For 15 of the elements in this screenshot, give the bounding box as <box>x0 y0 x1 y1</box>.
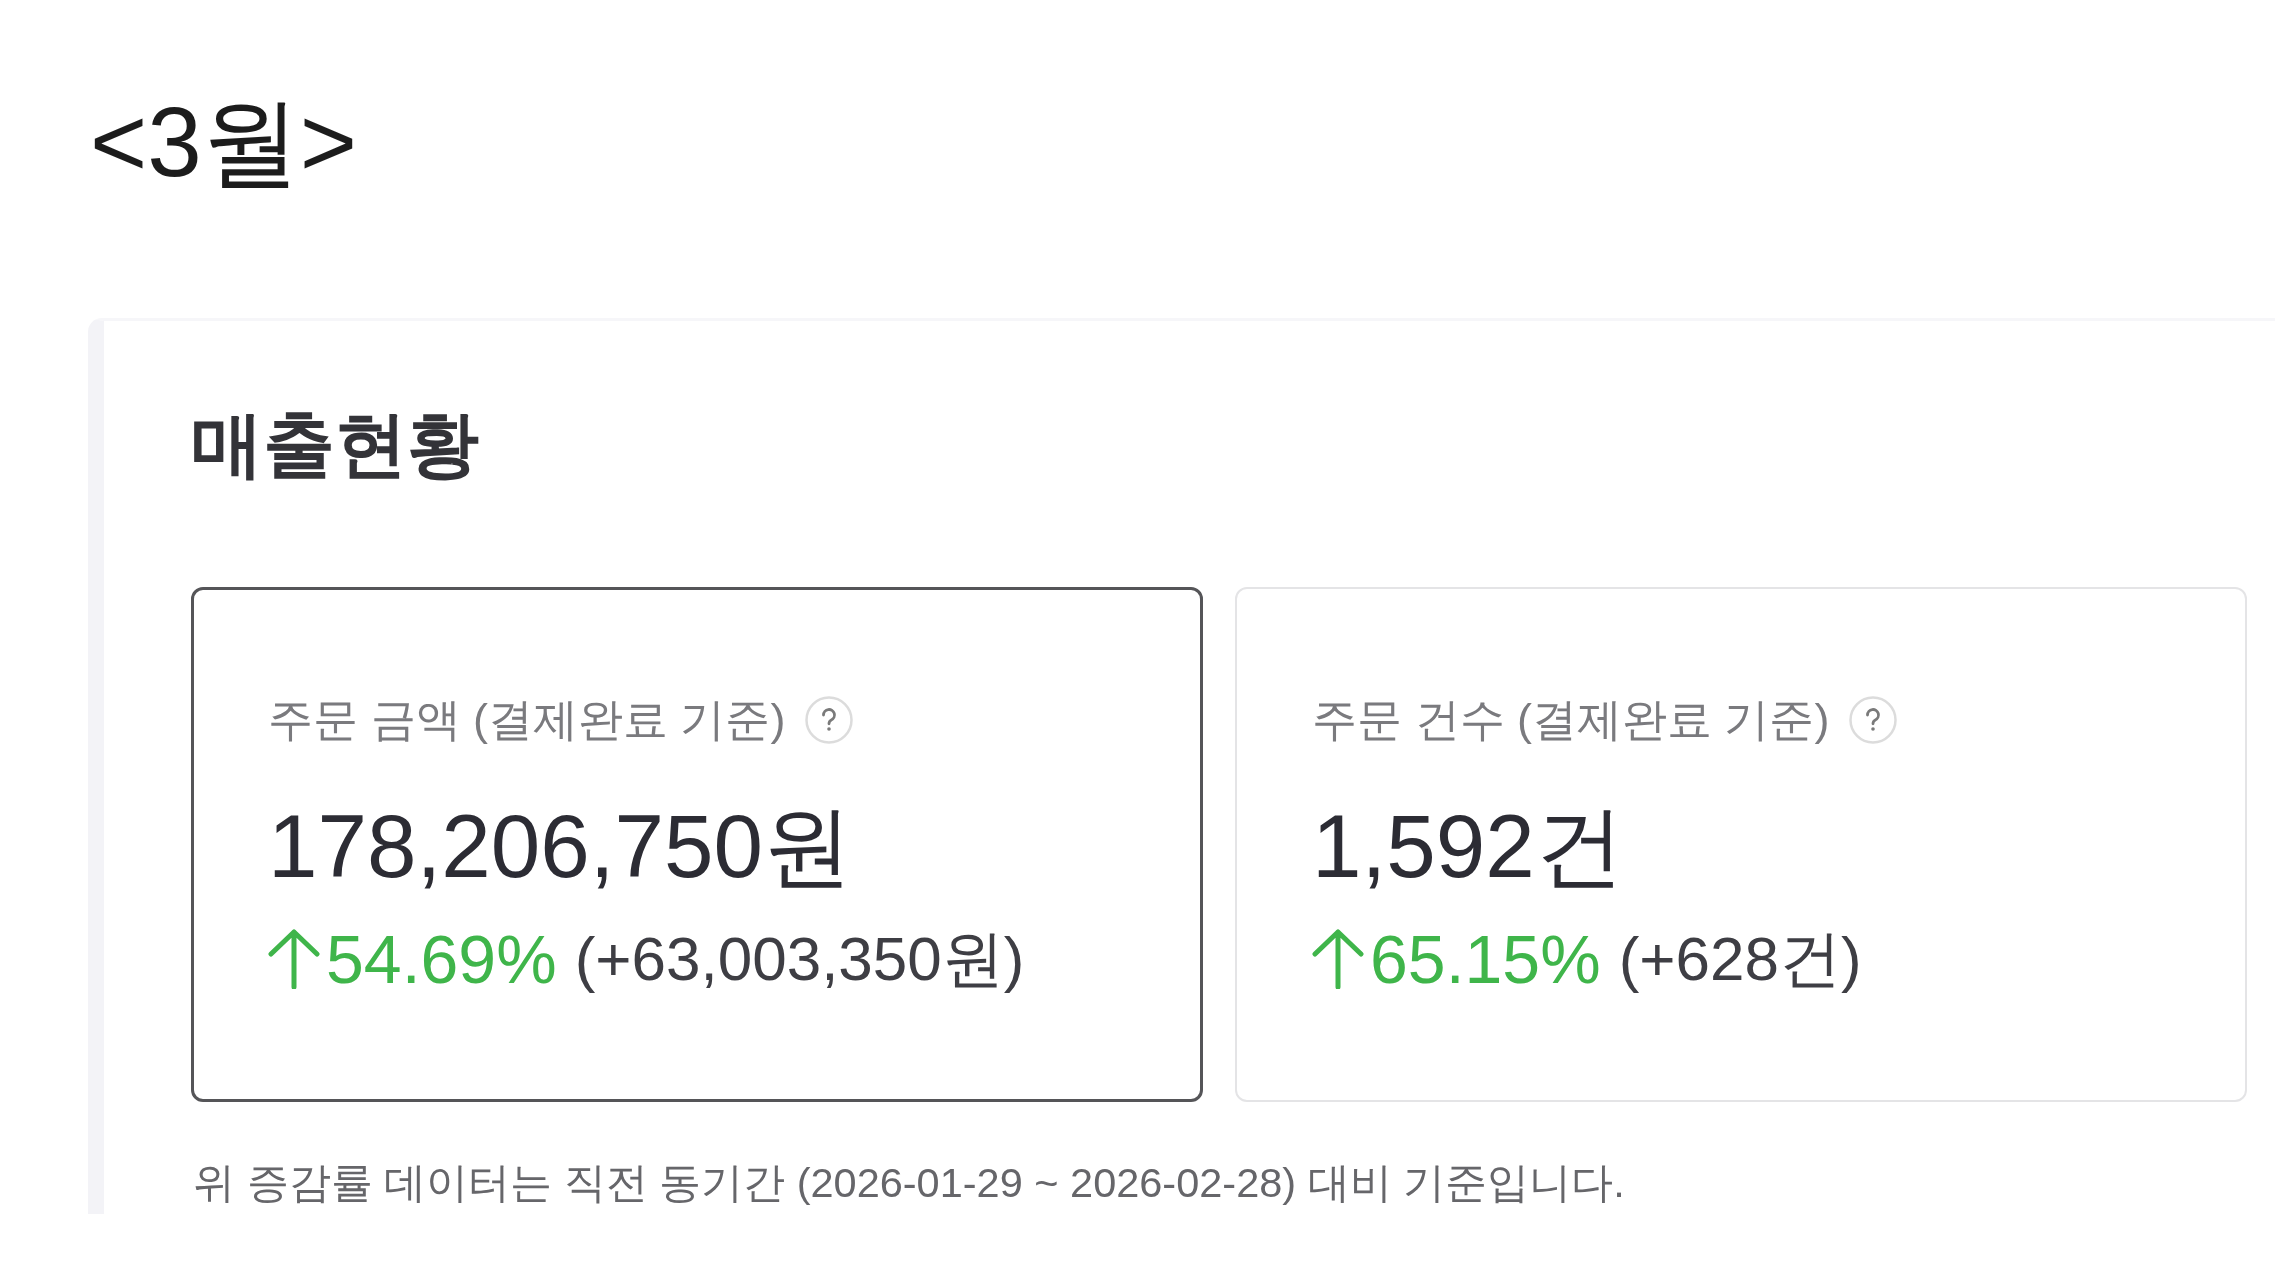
change-percent: 54.69% <box>326 919 557 998</box>
metric-label: 주문 건수 (결제완료 기준) <box>1312 693 1830 747</box>
change-amount: (+63,003,350원) <box>574 923 1025 995</box>
metric-value: 178,206,750원 <box>268 795 852 898</box>
change-percent: 65.15% <box>1370 919 1601 998</box>
change-amount: (+628건) <box>1618 923 1862 995</box>
page-title: <3월> <box>90 86 357 199</box>
section-heading: 매출현황 <box>191 402 479 486</box>
footnote: 위 증감률 데이터는 직전 동기간 (2026-01-29 ~ 2026-02-28) 대비 기준입니다. <box>193 1158 1625 1208</box>
metric-card[interactable]: 주문 건수 (결제완료 기준) 1,592건 65.15% (+628건) <box>1235 587 2247 1102</box>
help-icon[interactable] <box>1849 696 1898 745</box>
metric-label: 주문 금액 (결제완료 기준) <box>268 693 786 747</box>
metric-card[interactable]: 주문 금액 (결제완료 기준) 178,206,750원 54.69% (+63,003,350원) <box>191 587 1203 1102</box>
help-icon[interactable] <box>805 696 854 745</box>
metric-value: 1,592건 <box>1312 795 1624 898</box>
